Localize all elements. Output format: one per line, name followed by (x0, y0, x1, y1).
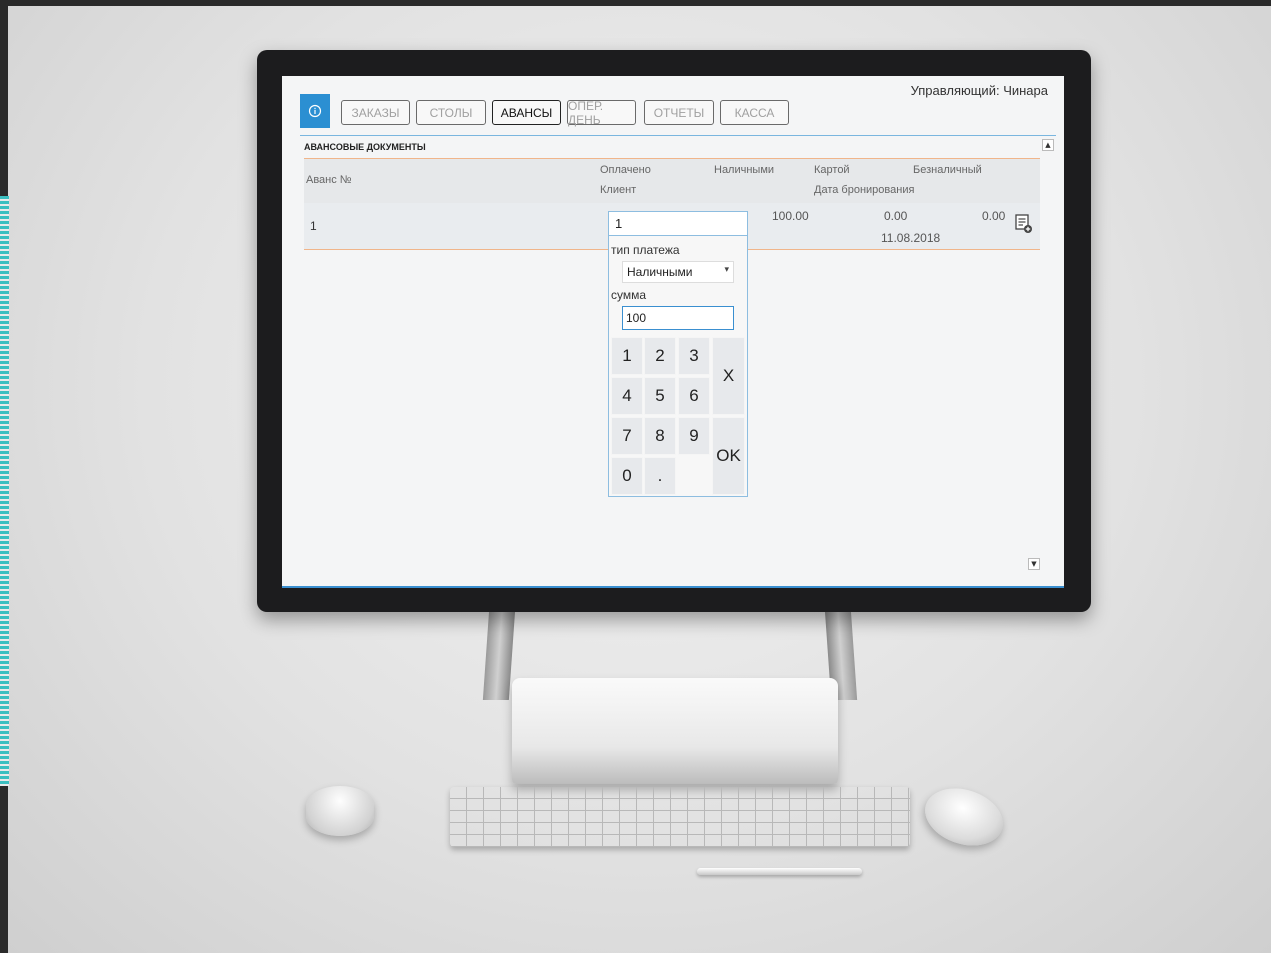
table-header: Аванс № Оплачено Клиент Наличными Картой… (304, 158, 1040, 204)
tab-orders[interactable]: ЗАКАЗЫ (341, 100, 410, 125)
document-add-icon[interactable] (1015, 214, 1033, 234)
payment-popup: 1 тип платежа Наличными ▾ сумма 100 1 2 … (608, 211, 748, 497)
keyboard (450, 787, 910, 847)
scroll-up-button[interactable]: ▲ (1042, 139, 1054, 151)
key-4[interactable]: 4 (611, 377, 643, 415)
chevron-down-icon: ▾ (724, 264, 729, 274)
scroll-down-button[interactable]: ▼ (1028, 558, 1040, 570)
section-title: АВАНСОВЫЕ ДОКУМЕНТЫ (304, 142, 426, 152)
paid-input[interactable]: 1 (609, 212, 747, 236)
tab-reports[interactable]: ОТЧЕТЫ (644, 100, 714, 125)
key-5[interactable]: 5 (644, 377, 676, 415)
key-7[interactable]: 7 (611, 417, 643, 455)
surface-dial (306, 786, 374, 836)
sum-label: сумма (611, 288, 647, 302)
key-dot[interactable]: . (644, 457, 676, 495)
tab-tables[interactable]: СТОЛЫ (416, 100, 486, 125)
key-9[interactable]: 9 (678, 417, 710, 455)
header-paid: Оплачено (600, 164, 651, 176)
key-1[interactable]: 1 (611, 337, 643, 375)
header-cash: Наличными (714, 164, 775, 176)
cell-booking-date: 11.08.2018 (881, 231, 941, 245)
header-advance-no: Аванс № (306, 174, 352, 186)
numeric-keypad: 1 2 3 X 4 5 6 7 8 9 OK 0 . (611, 337, 745, 495)
manager-name: Чинара (1003, 83, 1048, 98)
cell-noncash: 0.00 (982, 209, 1006, 223)
sum-input[interactable]: 100 (622, 306, 734, 330)
header-booking-date: Дата бронирования (814, 184, 915, 196)
payment-type-select[interactable]: Наличными ▾ (622, 261, 734, 283)
header-card: Картой (814, 164, 850, 176)
stylus-pen (697, 868, 862, 875)
app-screen: ЗАКАЗЫ СТОЛЫ АВАНСЫ ОПЕР. ДЕНЬ ОТЧЕТЫ КА… (282, 76, 1064, 588)
tab-advances[interactable]: АВАНСЫ (492, 100, 561, 125)
header-divider (300, 135, 1056, 136)
left-edge-strip (0, 196, 9, 786)
payment-type-label: тип платежа (611, 243, 680, 257)
key-0[interactable]: 0 (611, 457, 643, 495)
tab-oper-day[interactable]: ОПЕР. ДЕНЬ (567, 99, 636, 127)
key-6[interactable]: 6 (678, 377, 710, 415)
cell-card: 0.00 (884, 209, 908, 223)
manager-label: Управляющий: (910, 83, 1000, 98)
tab-cash-register[interactable]: КАССА (720, 100, 789, 125)
key-2[interactable]: 2 (644, 337, 676, 375)
stand-base (512, 678, 838, 784)
manager-info: Управляющий: Чинара (911, 83, 1048, 98)
clear-key[interactable]: X (712, 337, 745, 415)
cell-advance-no: 1 (310, 219, 317, 233)
key-8[interactable]: 8 (644, 417, 676, 455)
cell-cash: 100.00 (772, 209, 809, 223)
info-icon[interactable] (300, 94, 330, 128)
ok-key[interactable]: OK (712, 417, 745, 495)
header-noncash: Безналичный (913, 164, 982, 176)
header-client: Клиент (600, 184, 637, 196)
key-3[interactable]: 3 (678, 337, 710, 375)
payment-type-value: Наличными (627, 265, 693, 279)
